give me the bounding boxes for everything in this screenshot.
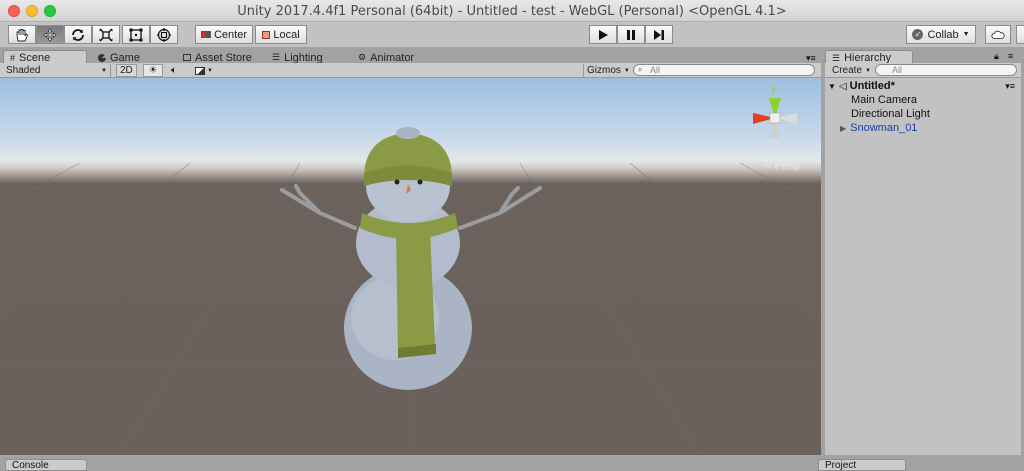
hierarchy-item-label: Snowman_01: [850, 122, 918, 134]
hierarchy-tab-bar: ☰ Hierarchy 🔒︎ ≡: [822, 48, 1024, 65]
orientation-gizmo[interactable]: y: [745, 84, 805, 148]
window-title: Unity 2017.4.4f1 Personal (64bit) - Unti…: [237, 4, 787, 19]
scene-tab-bar: # Scene Game Asset Store ☰ Lighting ⚙ An…: [0, 48, 821, 65]
move-arrows-icon: [43, 28, 57, 41]
tab-console-label: Console: [12, 460, 49, 471]
chevron-down-icon: ▼: [101, 67, 107, 74]
projection-label[interactable]: < Persp: [766, 161, 801, 172]
play-icon: [599, 29, 608, 40]
rotate-icon: [72, 28, 84, 41]
2d-mode-label: 2D: [120, 65, 133, 76]
shading-mode-dropdown[interactable]: Shaded ▼: [3, 64, 111, 77]
gizmos-dropdown[interactable]: Gizmos ▼: [583, 64, 630, 77]
lighting-icon: ☰: [272, 52, 281, 62]
pause-icon: [627, 29, 635, 40]
play-button[interactable]: [589, 25, 617, 44]
tab-game-label: Game: [110, 51, 140, 64]
hierarchy-panel: ▼ ◁ Untitled* ▾≡ Main Camera Directional…: [825, 78, 1021, 455]
space-label: Local: [273, 28, 300, 41]
move-tool-button[interactable]: [36, 25, 64, 44]
main-toolbar: Center Local ✓ Collab ▼: [0, 22, 1024, 47]
list-item[interactable]: Directional Light: [825, 107, 1021, 121]
scene-row[interactable]: ▼ ◁ Untitled* ▾≡: [825, 79, 1021, 93]
lock-icon[interactable]: 🔒︎: [994, 51, 999, 62]
chevron-down-icon: ▼: [962, 31, 970, 38]
hierarchy-search-input[interactable]: All: [875, 64, 1017, 76]
expand-arrow-icon[interactable]: ▼: [828, 82, 836, 91]
tab-project-label: Project: [825, 460, 857, 471]
projection-mode-text: Persp: [774, 161, 801, 172]
scene-render: [0, 127, 821, 455]
window-title-bar: Unity 2017.4.4f1 Personal (64bit) - Unti…: [0, 0, 1024, 22]
hand-icon: [16, 28, 29, 41]
bottom-panel-tabs: Console Project: [0, 457, 1024, 471]
rect-tool-button[interactable]: [122, 25, 150, 44]
tab-lighting-label: Lighting: [284, 51, 323, 64]
transform-tool-button[interactable]: [150, 25, 178, 44]
hierarchy-item-label: Directional Light: [851, 108, 930, 120]
collab-dropdown[interactable]: ✓ Collab ▼: [906, 25, 976, 44]
chevron-down-icon: ▼: [623, 67, 630, 74]
pivot-rotation-toggle[interactable]: Local: [255, 25, 307, 44]
search-placeholder: All: [892, 65, 903, 75]
transform-icon: [157, 27, 171, 42]
pivot-label: Center: [213, 28, 248, 41]
create-dropdown[interactable]: Create ▼: [829, 64, 874, 77]
scale-tool-button[interactable]: [92, 25, 120, 44]
gizmos-label: Gizmos: [587, 65, 621, 76]
rect-icon: [129, 28, 143, 41]
scene-viewport[interactable]: y < Persp: [0, 78, 821, 455]
list-item[interactable]: Main Camera: [825, 93, 1021, 107]
grid-icon: #: [10, 53, 16, 63]
collab-label: Collab: [927, 28, 959, 41]
search-icon: ⌕: [638, 65, 643, 74]
checkmark-icon: ✓: [912, 29, 924, 40]
scene-options-bar: Shaded ▼ 2D ☀ 🔈︎ ▼ Gizmos ▼ All ⌕: [0, 63, 821, 78]
scene-name: Untitled*: [849, 80, 895, 92]
shading-mode-label: Shaded: [6, 65, 41, 76]
cloud-icon: [991, 30, 1005, 39]
pacman-icon: [98, 53, 106, 62]
hierarchy-toolbar: Create ▼ All: [825, 63, 1021, 78]
local-cube-icon: [262, 30, 271, 39]
axis-gizmo-icon: [753, 98, 797, 138]
scene-lighting-toggle[interactable]: ☀: [143, 64, 163, 77]
tab-console[interactable]: Console: [5, 459, 87, 471]
unity-scene-icon: ◁: [838, 80, 847, 92]
panel-menu-icon[interactable]: ≡: [1008, 51, 1013, 61]
expand-arrow-icon[interactable]: ▶: [840, 124, 846, 133]
hierarchy-item-label: Main Camera: [851, 94, 918, 106]
scene-search-input[interactable]: All: [633, 64, 815, 76]
pivot-icon: [200, 31, 211, 38]
animator-icon: ⚙: [358, 52, 367, 62]
scene-audio-toggle[interactable]: 🔈︎: [164, 64, 184, 77]
list-icon: ☰: [832, 52, 841, 63]
image-icon: [195, 66, 206, 75]
2d-mode-toggle[interactable]: 2D: [116, 64, 137, 77]
scene-effects-dropdown[interactable]: ▼: [191, 64, 217, 77]
scale-icon: [99, 28, 113, 41]
chevron-down-icon: ▼: [865, 67, 871, 74]
create-label: Create: [832, 65, 863, 76]
tab-animator-label: Animator: [370, 51, 415, 64]
store-icon: [183, 54, 191, 61]
sun-icon: ☀: [148, 65, 158, 76]
tab-asset-store-label: Asset Store: [195, 51, 252, 64]
speaker-icon: 🔈︎: [171, 65, 177, 76]
cloud-services-button[interactable]: [985, 25, 1011, 44]
hand-tool-button[interactable]: [8, 25, 36, 44]
snowman-model: [280, 127, 542, 390]
y-axis-label: y: [771, 84, 776, 94]
list-item[interactable]: ▶ Snowman_01: [825, 121, 1021, 135]
step-button[interactable]: [645, 25, 673, 44]
chevron-down-icon: ▼: [207, 67, 213, 74]
search-placeholder: All: [650, 65, 661, 75]
account-button[interactable]: [1016, 25, 1024, 44]
scene-menu-icon[interactable]: ▾≡: [1005, 81, 1015, 92]
step-icon: [654, 29, 664, 40]
rotate-tool-button[interactable]: [64, 25, 92, 44]
pivot-center-toggle[interactable]: Center: [195, 25, 253, 44]
pause-button[interactable]: [617, 25, 645, 44]
tab-project[interactable]: Project: [818, 459, 906, 471]
